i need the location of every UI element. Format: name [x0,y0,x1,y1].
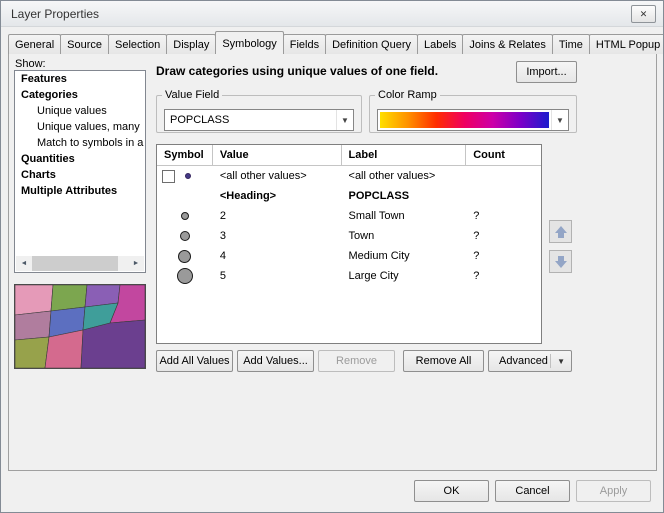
tab-definition-query[interactable]: Definition Query [325,34,418,54]
show-item-unique-values-many[interactable]: Unique values, many [15,119,145,135]
scroll-right-arrow-icon[interactable]: ► [128,256,144,271]
tabstrip: General Source Selection Display Symbolo… [8,31,664,54]
scrollbar-thumb[interactable] [32,256,118,271]
table-row[interactable]: 3 Town ? [157,226,541,246]
ok-button[interactable]: OK [414,480,489,502]
value-cell: 3 [213,230,342,242]
move-up-button[interactable] [549,220,572,243]
value-cell: 4 [213,250,342,262]
label-cell: <all other values> [342,170,467,182]
color-ramp-label: Color Ramp [375,89,440,101]
tab-fields[interactable]: Fields [283,34,326,54]
value-cell: 2 [213,210,342,222]
symbol-cell [157,166,213,186]
advanced-button-label: Advanced [499,355,548,367]
show-item-categories[interactable]: Categories [15,87,145,103]
close-icon: ✕ [640,9,648,20]
tab-selection[interactable]: Selection [108,34,167,54]
value-cell: <all other values> [213,170,342,182]
count-cell: ? [466,210,541,222]
symbol-dot[interactable] [181,212,189,220]
count-cell: ? [466,270,541,282]
symbol-cell [157,186,213,206]
show-item-multiple-attributes[interactable]: Multiple Attributes [15,183,145,199]
tab-joins-relates[interactable]: Joins & Relates [462,34,552,54]
window-title: Layer Properties [11,7,99,21]
color-ramp-group: Color Ramp ▼ [369,89,577,133]
all-other-values-checkbox[interactable] [162,170,175,183]
header-symbol[interactable]: Symbol [157,145,213,166]
table-row[interactable]: <all other values> <all other values> [157,166,541,186]
label-cell: Large City [342,270,467,282]
header-count[interactable]: Count [466,145,541,166]
close-button[interactable]: ✕ [631,5,656,23]
tab-time[interactable]: Time [552,34,590,54]
horizontal-scrollbar[interactable]: ◄ ► [16,256,144,271]
map-preview [14,284,146,369]
arrow-up-icon [555,226,567,233]
table-row[interactable]: 5 Large City ? [157,266,541,286]
tab-general[interactable]: General [8,34,61,54]
apply-button: Apply [576,480,651,502]
table-row[interactable]: 2 Small Town ? [157,206,541,226]
symbol-dot[interactable] [177,268,193,284]
values-table: Symbol Value Label Count <all other valu… [156,144,542,344]
symbol-dot[interactable] [185,173,191,179]
value-field-label: Value Field [162,89,222,101]
label-cell: POPCLASS [342,190,467,202]
value-field-selected: POPCLASS [165,110,336,130]
header-value[interactable]: Value [213,145,342,166]
value-field-combo[interactable]: POPCLASS ▼ [164,109,354,131]
show-item-quantities[interactable]: Quantities [15,151,145,167]
chevron-down-icon: ▼ [551,110,568,130]
count-cell: ? [466,250,541,262]
symbol-cell [157,226,213,246]
color-ramp-gradient [380,112,549,128]
chevron-down-icon: ▼ [550,354,565,368]
tab-labels[interactable]: Labels [417,34,463,54]
color-ramp-combo[interactable]: ▼ [377,109,569,131]
header-label[interactable]: Label [342,145,467,166]
chevron-down-icon: ▼ [336,110,353,130]
value-field-group: Value Field POPCLASS ▼ [156,89,362,133]
show-item-features[interactable]: Features [15,71,145,87]
remove-button: Remove [318,350,395,372]
show-label: Show: [15,58,46,70]
tab-display[interactable]: Display [166,34,216,54]
remove-all-button[interactable]: Remove All [403,350,484,372]
count-cell: ? [466,230,541,242]
show-item-unique-values[interactable]: Unique values [15,103,145,119]
layer-properties-dialog: Layer Properties ✕ General Source Select… [0,0,664,513]
move-down-button[interactable] [549,250,572,273]
tab-source[interactable]: Source [60,34,109,54]
label-cell: Medium City [342,250,467,262]
label-cell: Town [342,230,467,242]
symbol-cell [157,266,213,286]
table-header: Symbol Value Label Count [157,145,541,166]
value-cell: <Heading> [213,190,342,202]
tab-symbology[interactable]: Symbology [215,31,283,54]
arrow-down-icon [555,261,567,268]
add-all-values-button[interactable]: Add All Values [156,350,233,372]
scroll-left-arrow-icon[interactable]: ◄ [16,256,32,271]
symbol-dot[interactable] [180,231,190,241]
label-cell: Small Town [342,210,467,222]
add-values-button[interactable]: Add Values... [237,350,314,372]
table-row[interactable]: 4 Medium City ? [157,246,541,266]
arrow-up-icon [558,233,564,238]
import-button[interactable]: Import... [516,61,577,83]
symbol-cell [157,246,213,266]
show-listbox: Features Categories Unique values Unique… [14,70,146,273]
symbol-cell [157,206,213,226]
show-item-match-symbols[interactable]: Match to symbols in a [15,135,145,151]
table-row[interactable]: <Heading> POPCLASS [157,186,541,206]
tab-html-popup[interactable]: HTML Popup [589,34,664,54]
symbol-dot[interactable] [178,250,191,263]
cancel-button[interactable]: Cancel [495,480,570,502]
value-cell: 5 [213,270,342,282]
advanced-button[interactable]: Advanced ▼ [488,350,572,372]
symbology-heading: Draw categories using unique values of o… [156,64,438,78]
titlebar[interactable]: Layer Properties ✕ [1,1,663,27]
show-item-charts[interactable]: Charts [15,167,145,183]
